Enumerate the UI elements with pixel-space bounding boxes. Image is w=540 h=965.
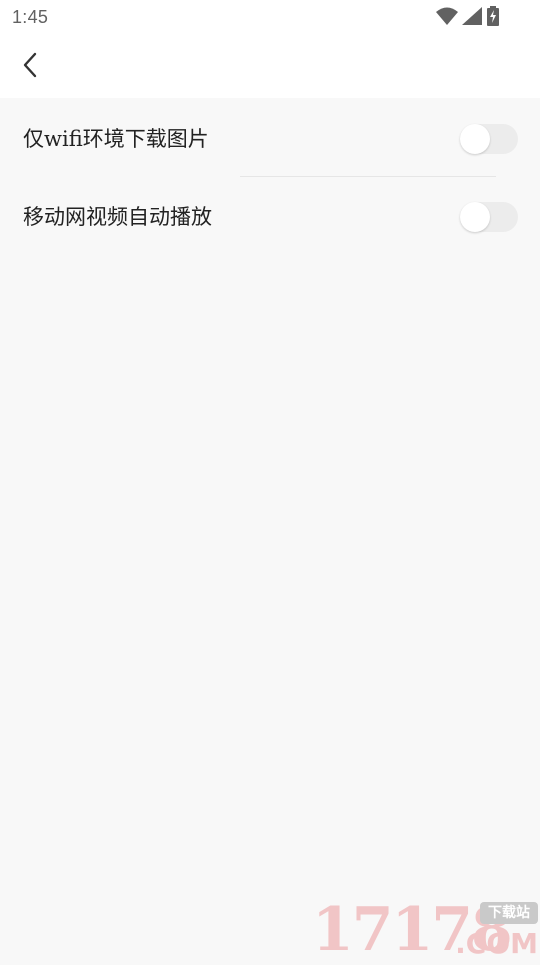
setting-label-autoplay-video: 移动网视频自动播放 bbox=[23, 205, 212, 229]
back-button[interactable] bbox=[12, 48, 48, 86]
watermark-badge: 下载站 bbox=[480, 902, 538, 924]
setting-row-wifi-images: 仅wifi环境下载图片 bbox=[0, 99, 540, 177]
watermark-logo: 17178 下载站 .COM bbox=[312, 900, 538, 960]
toggle-knob bbox=[460, 124, 490, 154]
header bbox=[0, 36, 540, 98]
chevron-left-icon bbox=[20, 51, 40, 83]
setting-row-autoplay-video: 移动网视频自动播放 bbox=[0, 177, 540, 255]
autoplay-video-toggle[interactable] bbox=[460, 202, 518, 232]
cell-signal-icon bbox=[462, 7, 482, 29]
settings-list: 仅wifi环境下载图片 移动网视频自动播放 bbox=[0, 99, 540, 255]
toggle-knob bbox=[460, 202, 490, 232]
watermark-suffix: .COM bbox=[455, 927, 538, 960]
wifi-images-toggle[interactable] bbox=[460, 124, 518, 154]
wifi-icon bbox=[436, 7, 458, 29]
battery-charging-icon bbox=[486, 6, 500, 30]
status-bar: 1:45 bbox=[0, 0, 540, 36]
setting-label-wifi-images: 仅wifi环境下载图片 bbox=[23, 127, 209, 151]
status-time: 1:45 bbox=[12, 7, 49, 27]
status-icons bbox=[436, 6, 500, 30]
